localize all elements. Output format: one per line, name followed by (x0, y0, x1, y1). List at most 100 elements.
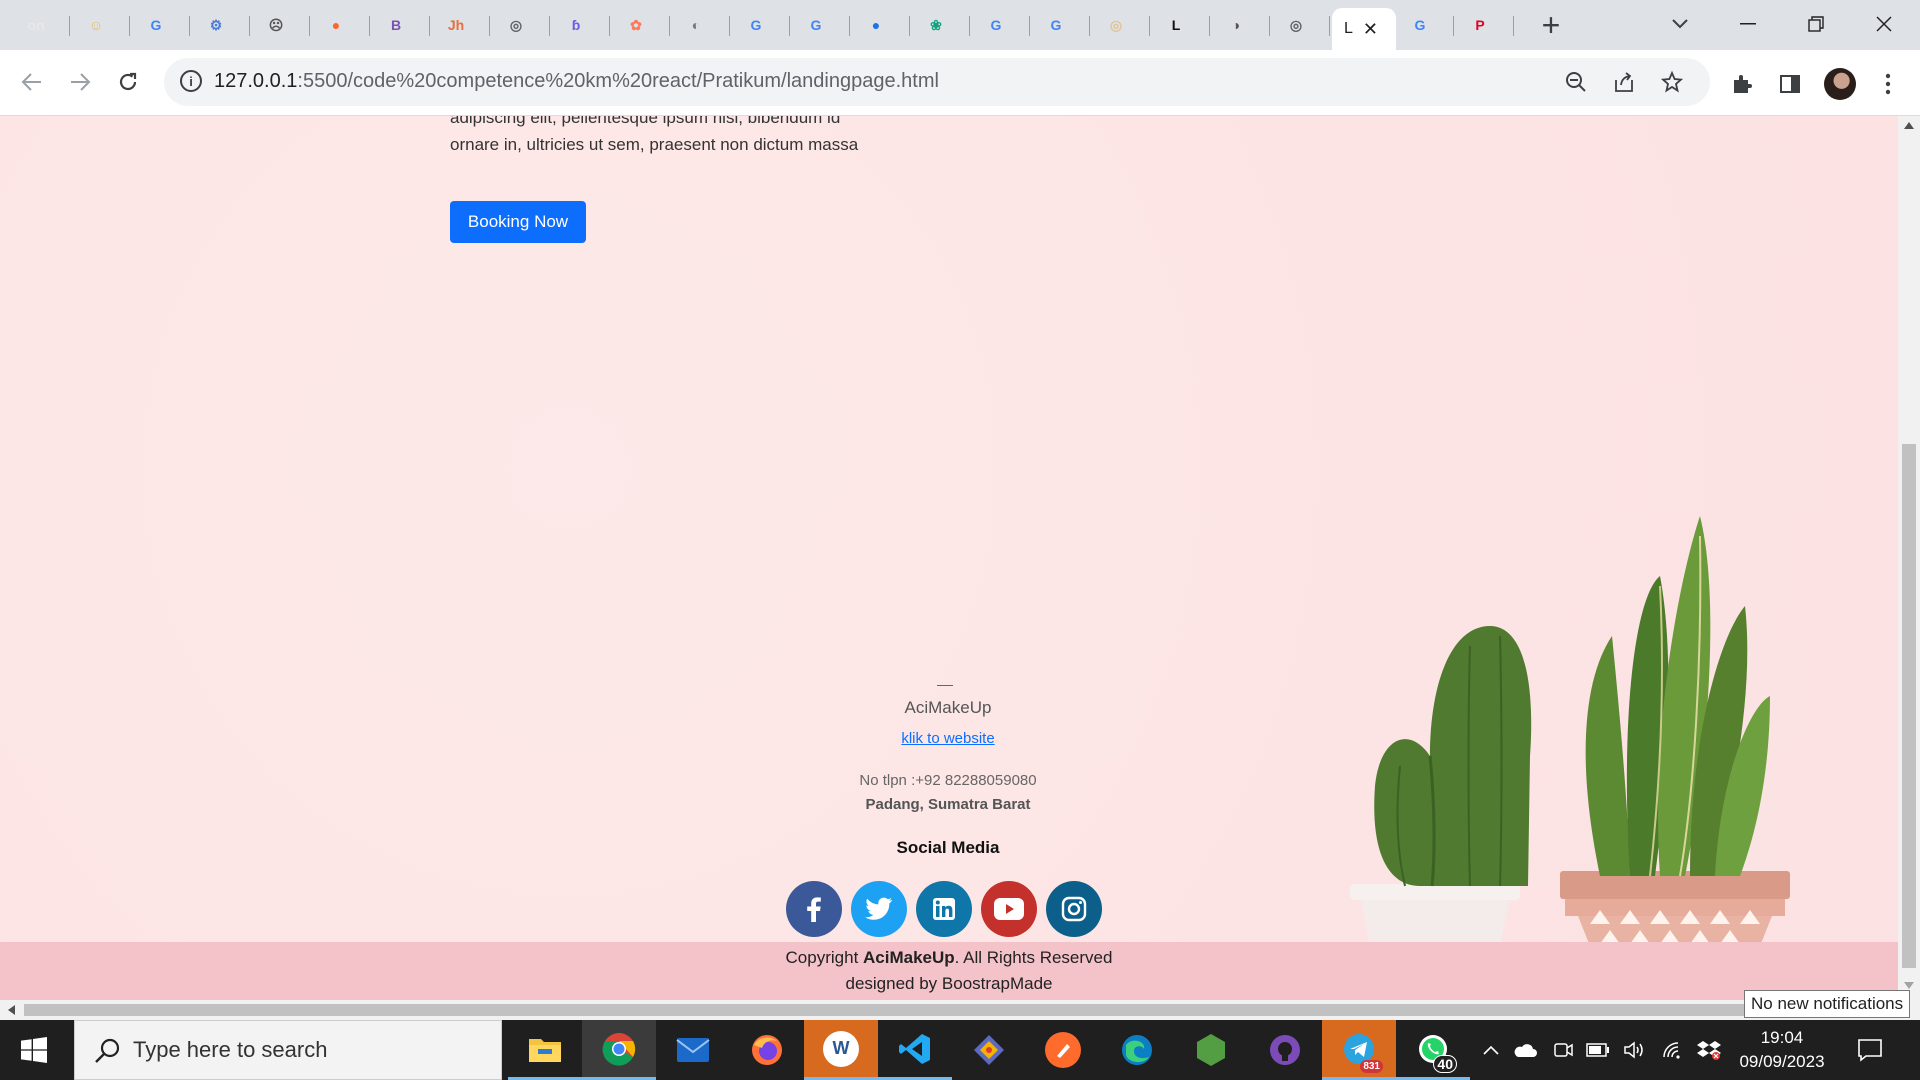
reload-icon[interactable] (110, 64, 146, 100)
browser-tab[interactable]: ● (852, 8, 910, 42)
forward-arrow-icon[interactable] (62, 64, 98, 100)
browser-tab[interactable]: ☺ (72, 8, 130, 42)
linkedin-icon[interactable] (916, 881, 972, 937)
battery-icon[interactable] (1585, 1038, 1611, 1062)
windows-start-icon[interactable] (12, 1034, 56, 1066)
browser-tab[interactable]: L (1152, 8, 1210, 42)
browser-tab[interactable]: G (1396, 8, 1454, 42)
footer-divider (937, 685, 953, 686)
browser-tab[interactable]: ◎ (1092, 8, 1150, 42)
scroll-up-arrow-icon[interactable] (1904, 122, 1914, 129)
zoom-out-icon[interactable] (1564, 70, 1588, 94)
copyright-footer: Copyright AciMakeUp. All Rights Reserved… (0, 942, 1898, 1000)
notification-center-icon[interactable] (1852, 1032, 1888, 1068)
nodejs-icon[interactable] (1174, 1020, 1248, 1080)
letter-l-icon: L (1171, 17, 1181, 33)
tab-separator (609, 16, 610, 36)
pinterest-icon: P (1475, 17, 1485, 33)
youtube-icon[interactable] (981, 881, 1037, 937)
profile-avatar[interactable] (1824, 68, 1856, 100)
browser-tab[interactable]: ⚙ (192, 8, 250, 42)
close-tab-icon[interactable]: ✕ (1363, 20, 1378, 38)
face-icon: ☹ (268, 16, 284, 33)
browser-tab[interactable]: G (1032, 8, 1090, 42)
word-app-icon[interactable]: W (804, 1020, 878, 1080)
twitter-icon[interactable] (851, 881, 907, 937)
pen-app-icon[interactable] (1026, 1020, 1100, 1080)
volume-icon[interactable] (1622, 1038, 1648, 1062)
browser-tab[interactable]: on (12, 8, 70, 42)
mail-icon[interactable] (656, 1020, 730, 1080)
browser-tab[interactable]: ◐ (672, 8, 730, 42)
whatsapp-icon[interactable]: 40 (1396, 1020, 1470, 1080)
instagram-icon[interactable] (1046, 881, 1102, 937)
file-explorer-icon[interactable] (508, 1020, 582, 1080)
close-window-button[interactable] (1864, 6, 1904, 42)
horizontal-scroll-thumb[interactable] (24, 1004, 1894, 1016)
browser-tab[interactable]: ● (312, 8, 370, 42)
git-tool-icon[interactable] (952, 1020, 1026, 1080)
chrome-taskbar-icon[interactable] (582, 1020, 656, 1080)
scroll-left-arrow-icon[interactable] (8, 1005, 15, 1015)
tray-overflow-chevron-icon[interactable] (1478, 1038, 1504, 1062)
browser-tab[interactable]: ◑ (1212, 8, 1270, 42)
taskbar-search-box[interactable]: Type here to search (74, 1020, 502, 1080)
facebook-icon[interactable] (786, 881, 842, 937)
telegram-icon[interactable]: 831 (1322, 1020, 1396, 1080)
clock-date: 09/09/2023 (1739, 1052, 1825, 1071)
browser-tab[interactable]: ◎ (492, 8, 550, 42)
website-link[interactable]: klik to website (848, 730, 1048, 747)
browser-tab[interactable]: P (1456, 8, 1514, 42)
system-clock[interactable]: 19:04 09/09/2023 (1730, 1026, 1834, 1074)
browser-tab[interactable]: ✿ (612, 8, 670, 42)
copyright-suffix: . All Rights Reserved (954, 948, 1113, 967)
tab-separator (1029, 16, 1030, 36)
extensions-puzzle-icon[interactable] (1728, 70, 1756, 98)
tab-separator (549, 16, 550, 36)
vertical-scrollbar[interactable] (1898, 116, 1920, 1000)
browser-tab[interactable]: G (132, 8, 190, 42)
back-arrow-icon[interactable] (14, 64, 50, 100)
browser-tab[interactable]: Jh (432, 8, 490, 42)
firefox-icon[interactable] (730, 1020, 804, 1080)
hubspot-icon: ✿ (630, 16, 642, 33)
tab-search-chevron-icon[interactable] (1660, 6, 1700, 42)
google-icon: G (150, 17, 162, 33)
site-info-icon[interactable]: i (180, 70, 202, 92)
browser-tab[interactable]: G (732, 8, 790, 42)
bookmark-star-icon[interactable] (1660, 70, 1684, 94)
dropbox-icon[interactable] (1696, 1038, 1722, 1062)
browser-tab[interactable]: ❀ (912, 8, 970, 42)
url-text[interactable]: 127.0.0.1:5500/code%20competence%20km%20… (214, 70, 939, 93)
tab-separator (1209, 16, 1210, 36)
browser-tab[interactable]: ◎ (1272, 8, 1330, 42)
horizontal-scrollbar[interactable] (0, 1000, 1920, 1020)
booking-now-button[interactable]: Booking Now (450, 201, 586, 243)
vscode-icon[interactable] (878, 1020, 952, 1080)
browser-tab[interactable]: B (372, 8, 430, 42)
github-icon[interactable] (1248, 1020, 1322, 1080)
onedrive-cloud-icon[interactable] (1512, 1038, 1538, 1062)
wifi-icon[interactable] (1660, 1038, 1686, 1062)
blue-circle-icon: ● (871, 17, 881, 33)
meet-now-icon[interactable] (1550, 1038, 1576, 1062)
bot-icon: ⚙ (209, 16, 223, 33)
tab-strip: on ☺ G ⚙ ☹ ● B Jh ◎ ɓ ✿ ◐ G G ● ❀ G G ◎ L ◑ ◎ G P L ✕ (0, 0, 1920, 50)
minimize-button[interactable] (1728, 6, 1768, 42)
new-tab-button[interactable]: + (1534, 7, 1568, 43)
vertical-scroll-thumb[interactable] (1902, 444, 1916, 968)
restore-button[interactable] (1796, 6, 1836, 42)
active-browser-tab[interactable]: L ✕ (1332, 8, 1396, 50)
menu-kebab-icon[interactable] (1874, 70, 1902, 98)
browser-tab[interactable]: G (972, 8, 1030, 42)
edge-icon[interactable] (1100, 1020, 1174, 1080)
browser-tab[interactable]: ɓ (552, 8, 610, 42)
share-icon[interactable] (1612, 70, 1636, 94)
scroll-down-arrow-icon[interactable] (1904, 982, 1914, 989)
address-bar[interactable]: i 127.0.0.1:5500/code%20competence%20km%… (164, 58, 1710, 106)
browser-tab[interactable]: G (792, 8, 850, 42)
browser-tab[interactable]: ☹ (252, 8, 310, 42)
side-panel-icon[interactable] (1776, 70, 1804, 98)
social-media-heading: Social Media (896, 838, 1000, 857)
url-host: 127.0.0.1 (214, 70, 298, 92)
